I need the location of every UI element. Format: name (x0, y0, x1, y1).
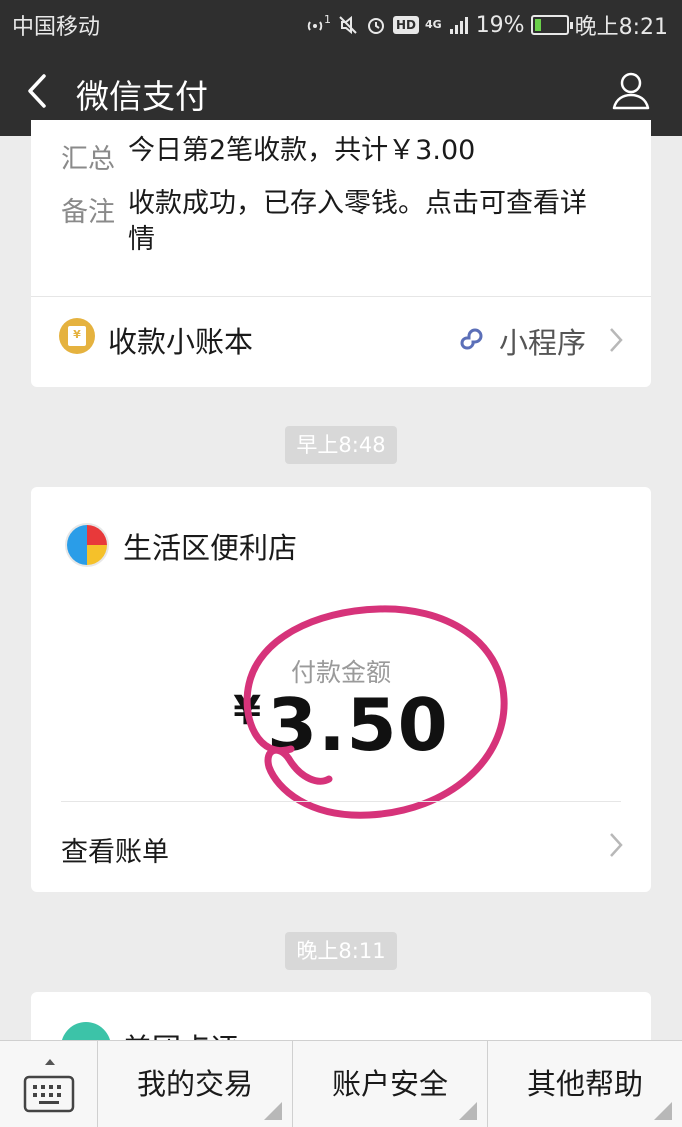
menu-my-transactions[interactable]: 我的交易 (98, 1041, 293, 1127)
chevron-left-icon[interactable] (18, 68, 58, 114)
status-icons: 1 HD 4G 19% 晚上8:21 (304, 9, 668, 41)
menu-other-help[interactable]: 其他帮助 (488, 1041, 682, 1127)
bottom-menu: 我的交易 账户安全 其他帮助 (0, 1040, 682, 1127)
battery-percent: 19% (475, 12, 525, 38)
menu-label: 我的交易 (136, 1067, 253, 1101)
message-card-payment[interactable]: 生活区便利店 付款金额 ¥3.50 查看账单 (31, 487, 651, 892)
submenu-corner-icon (264, 1102, 282, 1120)
store-logo-icon (65, 523, 109, 567)
store-name: 生活区便利店 (123, 531, 298, 565)
alarm-icon (367, 18, 384, 34)
signal-icon (449, 17, 468, 34)
menu-label: 其他帮助 (526, 1067, 643, 1101)
divider (61, 801, 621, 802)
amount-display: ¥3.50 (31, 683, 651, 767)
carrier-label: 中国移动 (12, 15, 101, 40)
status-bar: 中国移动 1 HD 4G 19% 晚上8:21 (0, 0, 682, 46)
note-value-line1: 收款成功，已存入零钱。点击可查看详 (128, 188, 587, 219)
ledger-icon-glyph: ¥ (73, 328, 81, 341)
chevron-right-icon (610, 328, 623, 352)
hotspot-icon (307, 21, 323, 31)
hd-badge: HD (392, 16, 419, 34)
timestamp-pill: 晚上8:11 (285, 932, 397, 970)
mute-icon (339, 15, 357, 35)
divider (31, 296, 651, 297)
page-title: 微信支付 (76, 77, 208, 116)
mini-program-label[interactable]: 小程序 (499, 320, 586, 362)
chevron-right-icon (610, 833, 623, 857)
timestamp-pill: 早上8:48 (285, 426, 397, 464)
submenu-corner-icon (459, 1102, 477, 1120)
summary-value: 今日第2笔收款，共计￥3.00 (128, 135, 476, 166)
clock: 晚上8:21 (574, 15, 668, 40)
message-card-summary[interactable]: 汇总 今日第2笔收款，共计￥3.00 备注 收款成功，已存入零钱。点击可查看详 … (31, 120, 651, 387)
note-label: 备注 (61, 197, 115, 228)
menu-account-security[interactable]: 账户安全 (293, 1041, 488, 1127)
keyboard-icon (23, 1075, 75, 1113)
top-bar: 中国移动 1 HD 4G 19% 晚上8:21 微信支付 (0, 0, 682, 136)
user-icon[interactable] (610, 70, 652, 112)
amount-value: 3.50 (267, 683, 449, 767)
currency-symbol: ¥ (233, 688, 262, 734)
menu-label: 账户安全 (331, 1067, 448, 1101)
network-type: 4G (425, 18, 442, 31)
ledger-label[interactable]: 收款小账本 (108, 319, 253, 361)
note-value-line2: 情 (128, 224, 155, 255)
summary-label: 汇总 (61, 144, 115, 175)
mini-program-icon (460, 328, 483, 350)
keyboard-toggle-button[interactable] (0, 1041, 98, 1127)
submenu-corner-icon (654, 1102, 672, 1120)
caret-up-icon (45, 1059, 55, 1065)
ledger-icon: ¥ (59, 318, 95, 354)
view-bill-label[interactable]: 查看账单 (61, 830, 169, 869)
battery-icon (530, 15, 573, 35)
sim-index: 1 (323, 12, 331, 26)
